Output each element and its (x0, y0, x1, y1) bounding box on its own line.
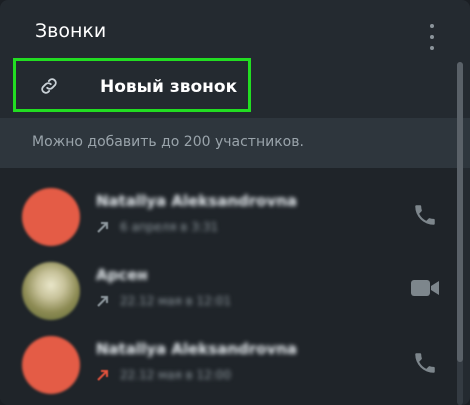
avatar (22, 262, 80, 320)
calls-list: Natallya Aleksandrovna 6 апреля в 3:31 А… (0, 168, 458, 405)
contact-name: Natallya Aleksandrovna (96, 192, 298, 210)
info-banner: Можно добавить до 200 участников. (0, 118, 470, 168)
calls-panel: Звонки Новый звонок Можно добавить до 20… (0, 0, 470, 405)
avatar (22, 188, 80, 246)
call-time: 22.12 мая в 12:00 (120, 368, 232, 382)
call-time: 6 апреля в 3:31 (120, 220, 219, 234)
scrollbar-thumb[interactable] (457, 62, 463, 362)
call-row[interactable]: Natallya Aleksandrovna 22.12 мая в 12:00 (0, 326, 458, 396)
missed-call-icon (97, 370, 108, 381)
new-call-button[interactable]: Новый звонок (13, 58, 251, 112)
more-menu-button[interactable] (420, 24, 444, 50)
info-text: Можно добавить до 200 участников. (32, 134, 304, 150)
phone-icon[interactable] (412, 350, 438, 376)
video-icon[interactable] (410, 277, 440, 299)
link-icon (41, 78, 57, 94)
call-meta: 6 апреля в 3:31 (96, 218, 218, 236)
more-dot (430, 35, 434, 39)
more-vertical-icon (430, 24, 434, 28)
avatar (22, 336, 80, 394)
contact-name: Арсен (96, 266, 148, 284)
panel-title: Звонки (35, 20, 107, 42)
call-time: 22.12 мая в 12:01 (120, 294, 232, 308)
call-row[interactable]: Арсен 22.12 мая в 12:01 (0, 252, 458, 322)
call-row[interactable]: Natallya Aleksandrovna 6 апреля в 3:31 (0, 178, 458, 248)
phone-icon[interactable] (412, 202, 438, 228)
new-call-label: Новый звонок (100, 77, 238, 97)
panel-header: Звонки (0, 0, 470, 60)
call-meta: 22.12 мая в 12:00 (96, 366, 231, 384)
outgoing-call-icon (97, 222, 108, 233)
call-meta: 22.12 мая в 12:01 (96, 292, 231, 310)
outgoing-call-icon (97, 296, 108, 307)
contact-name: Natallya Aleksandrovna (96, 340, 298, 358)
more-dot (430, 46, 434, 50)
